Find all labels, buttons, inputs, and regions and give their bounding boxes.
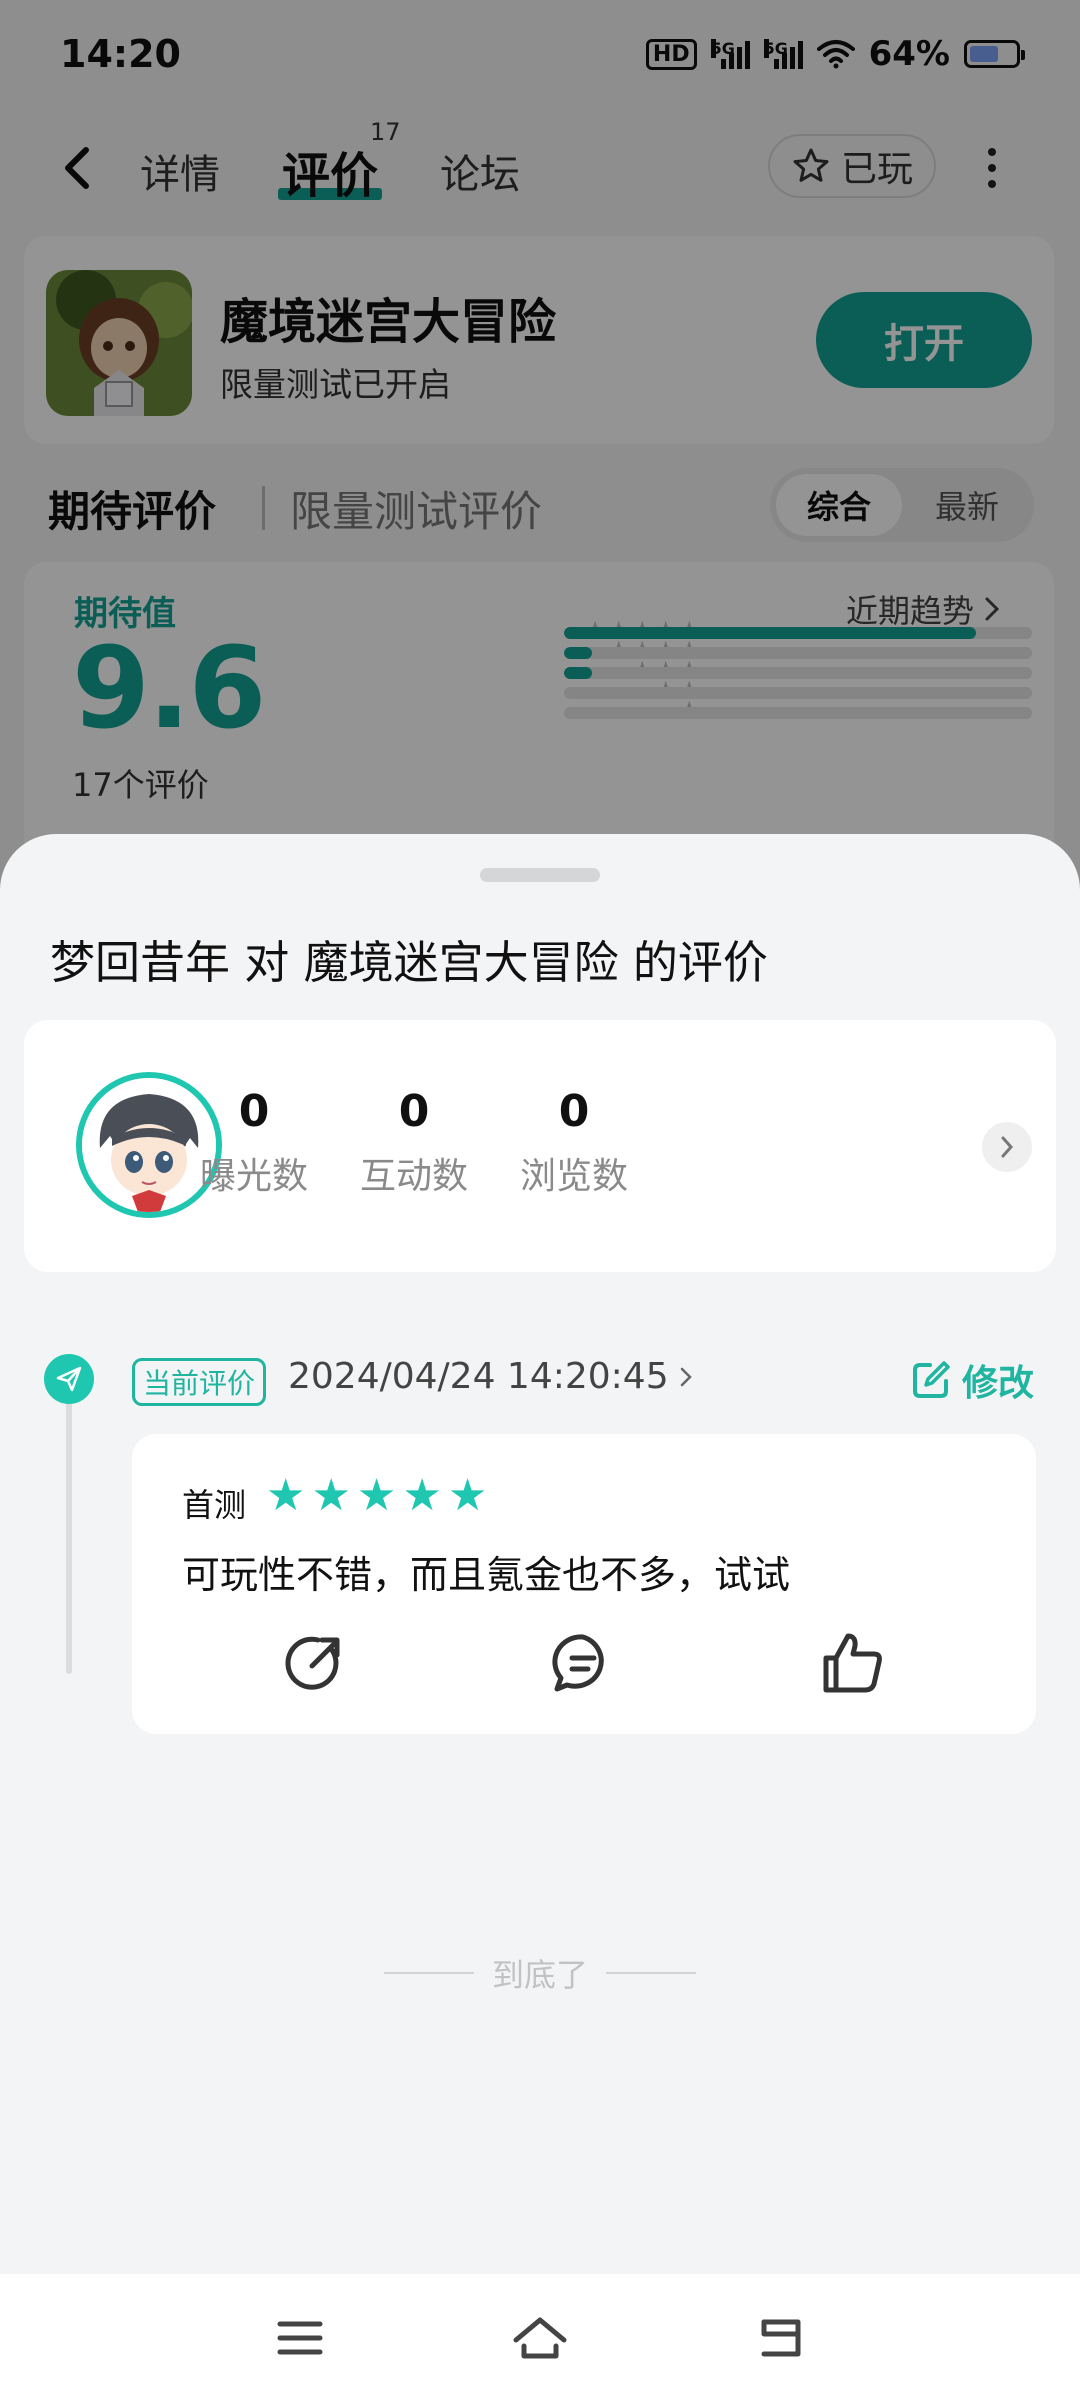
like-icon[interactable] bbox=[818, 1628, 888, 1698]
share-icon[interactable] bbox=[280, 1628, 350, 1698]
review-type-label: 首测 bbox=[182, 1486, 247, 1524]
review-time-text: 2024/04/24 14:20:45 bbox=[288, 1356, 669, 1397]
views-label: 浏览数 bbox=[519, 1156, 628, 1197]
stat-interaction: 0 互动数 bbox=[324, 1086, 504, 1199]
review-card: 首测 ★ ★ ★ ★ ★ 可玩性不错，而且氪金也不多，试试 bbox=[132, 1434, 1036, 1734]
review-bottom-sheet: 梦回昔年 对 魔境迷宫大冒险 的评价 0 曝光数 0 互动数 0 浏览数 当前评… bbox=[0, 834, 1080, 2274]
chevron-right-icon bbox=[680, 1367, 692, 1386]
comment-icon[interactable] bbox=[548, 1628, 618, 1698]
stat-views: 0 浏览数 bbox=[484, 1086, 664, 1199]
interaction-count: 0 bbox=[398, 1086, 430, 1137]
interaction-label: 互动数 bbox=[359, 1156, 468, 1197]
exposure-label: 曝光数 bbox=[199, 1156, 308, 1197]
end-of-list-marker: 到底了 bbox=[0, 1950, 1080, 1996]
user-stats-card: 0 曝光数 0 互动数 0 浏览数 bbox=[24, 1020, 1056, 1272]
system-nav-bar bbox=[0, 2274, 1080, 2400]
timeline-line bbox=[66, 1374, 72, 1674]
review-text: 可玩性不错，而且氪金也不多，试试 bbox=[182, 1553, 791, 1597]
stats-detail-button[interactable] bbox=[982, 1122, 1032, 1172]
star-icon: ★ bbox=[311, 1470, 351, 1521]
edit-label: 修改 bbox=[961, 1363, 1034, 1404]
end-text: 到底了 bbox=[491, 1956, 588, 1994]
current-review-tag: 当前评价 bbox=[132, 1358, 267, 1406]
edit-icon bbox=[912, 1361, 950, 1398]
send-icon bbox=[44, 1354, 94, 1404]
sheet-title: 梦回昔年 对 魔境迷宫大冒险 的评价 bbox=[50, 936, 768, 989]
home-icon[interactable] bbox=[510, 2310, 570, 2366]
exposure-count: 0 bbox=[238, 1086, 270, 1137]
stat-exposure: 0 曝光数 bbox=[164, 1086, 344, 1199]
star-icon: ★ bbox=[266, 1470, 306, 1521]
back-icon[interactable] bbox=[750, 2310, 810, 2366]
star-icon: ★ bbox=[447, 1470, 488, 1521]
menu-icon[interactable] bbox=[270, 2310, 330, 2366]
review-timestamp[interactable]: 2024/04/24 14:20:45 bbox=[288, 1356, 693, 1397]
views-count: 0 bbox=[558, 1086, 590, 1137]
chevron-right-icon bbox=[1001, 1136, 1014, 1158]
review-star-rating: ★ ★ ★ ★ ★ bbox=[266, 1472, 487, 1520]
star-icon: ★ bbox=[402, 1470, 442, 1521]
sheet-drag-handle[interactable] bbox=[480, 868, 600, 882]
star-icon: ★ bbox=[356, 1470, 397, 1521]
edit-review-button[interactable]: 修改 bbox=[910, 1354, 1034, 1406]
